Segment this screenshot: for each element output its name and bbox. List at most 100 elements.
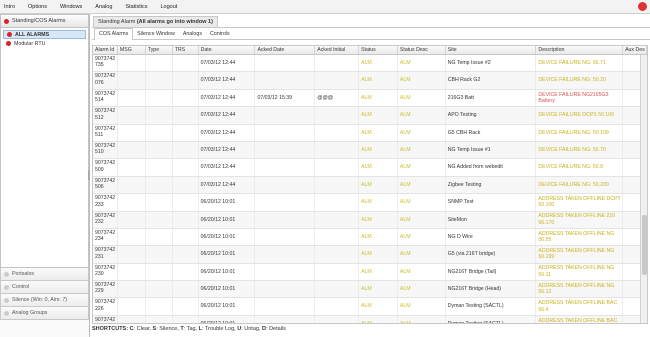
col-date[interactable]: Date bbox=[199, 46, 256, 54]
cell-date: 07/03/12 12:44 bbox=[199, 176, 256, 194]
vertical-scrollbar[interactable] bbox=[640, 55, 647, 323]
cell-date: 07/03/12 12:44 bbox=[199, 89, 256, 107]
col-status-desc[interactable]: Status Desc bbox=[398, 46, 446, 54]
cell-site: Dyman Testing (SACTL) bbox=[446, 298, 537, 315]
cell-status: ALM bbox=[359, 315, 398, 323]
cell-empty bbox=[146, 246, 173, 263]
tab-label-bold: (All alarms go into window 1) bbox=[136, 19, 213, 25]
splitter-handle[interactable] bbox=[88, 170, 90, 180]
cell-empty bbox=[118, 89, 146, 107]
shortcut-key: S bbox=[152, 326, 157, 332]
cell-date: 06/20/12 10:01 bbox=[199, 281, 256, 298]
tab-silence-window[interactable]: Silence Window bbox=[133, 28, 179, 40]
cell-desc: DEVICE FAILURE NG: 50.8 bbox=[536, 159, 624, 176]
cell-desc: ADDRESS TAKEN OFFLINE BAC 56.4 bbox=[536, 298, 624, 315]
table-row[interactable]: 9073742 509 07/03/12 12:44 ALM ALM NG Added … bbox=[93, 159, 647, 177]
cell-status: ALM bbox=[359, 72, 398, 89]
sidebar-section-label: Portsalos bbox=[12, 271, 35, 277]
col-trs[interactable]: TRS bbox=[173, 46, 199, 54]
cell-empty bbox=[146, 72, 173, 89]
tab-analogs[interactable]: Analogs bbox=[179, 28, 206, 40]
col-aux-desc[interactable]: Aux Des bbox=[623, 46, 647, 54]
tab-cos-alarms[interactable]: COS Alarms bbox=[94, 27, 134, 40]
cell-empty bbox=[118, 246, 146, 263]
table-row[interactable]: 9073742 231 06/20/12 10:01 ALM ALM G5 (via 2… bbox=[93, 246, 647, 264]
sidebar-item-label: Modular RTU bbox=[14, 40, 46, 47]
menu-intro[interactable]: Intro bbox=[4, 4, 15, 10]
col-type[interactable]: Type bbox=[146, 46, 173, 54]
table-row[interactable]: 9073742 514 07/03/12 12:44 07/03/12 15:39 @… bbox=[93, 89, 647, 108]
close-icon[interactable] bbox=[638, 2, 647, 11]
table-row[interactable]: 9073742 226 06/20/12 10:01 ALM ALM Dyman Tes… bbox=[93, 298, 647, 316]
sidebar-item-modular-rtu[interactable]: Modular RTU bbox=[3, 39, 86, 48]
table-row[interactable]: 9073742 076 07/03/12 12:44 ALM ALM CBH Rack … bbox=[93, 72, 647, 90]
sidebar-section-analog-groups[interactable]: Analog Groups bbox=[0, 307, 89, 320]
table-row[interactable]: 9073742 232 06/20/12 10:01 ALM ALM SiteMon AD… bbox=[93, 211, 647, 229]
table-row[interactable]: 9073742 735 07/03/12 12:44 ALM ALM NG Temp I… bbox=[93, 55, 647, 73]
sidebar-section-silence[interactable]: Silence (Win: 0, Alm: 7) bbox=[0, 294, 89, 307]
sidebar-header[interactable]: Standing/COS Alarms bbox=[0, 14, 89, 28]
cell-date: 07/03/12 12:44 bbox=[199, 124, 256, 141]
cell-empty bbox=[173, 228, 199, 246]
cell-empty bbox=[173, 263, 199, 281]
cell-site: CBH Rack G2 bbox=[446, 72, 537, 89]
cell-acked-date bbox=[255, 176, 316, 194]
cell-empty bbox=[146, 211, 173, 228]
cell-status-desc: ALM bbox=[398, 315, 446, 323]
cell-date: 07/03/12 12:44 bbox=[199, 159, 256, 176]
table-row[interactable]: 9073742 510 07/03/12 12:44 ALM ALM NG Temp I… bbox=[93, 141, 647, 160]
sidebar-header-label: Standing/COS Alarms bbox=[12, 18, 66, 24]
cell-empty bbox=[173, 281, 199, 298]
scrollbar-thumb[interactable] bbox=[642, 215, 647, 275]
cell-empty bbox=[118, 228, 146, 246]
tab-controls[interactable]: Controls bbox=[206, 28, 234, 40]
shortcut-label: Details bbox=[269, 326, 286, 332]
cell-desc: DEVICE FAILURE DCPS 50.100 bbox=[536, 107, 624, 124]
status-dot-icon bbox=[4, 271, 9, 277]
cell-acked-initial bbox=[315, 72, 360, 89]
cell-status: ALM bbox=[359, 176, 398, 194]
cell-desc: ADDRESS TAKEN OFFLINE BAC 56.3 bbox=[536, 315, 624, 323]
cell-desc: ADDRESS TAKEN OFFLINE NG 56.11 bbox=[536, 263, 624, 281]
table-row[interactable]: 9073742 22506/20/12 10:01ALMALMDyman Tes… bbox=[93, 315, 647, 323]
cell-empty bbox=[146, 263, 173, 281]
cell-acked-initial bbox=[315, 281, 360, 298]
shortcut-label: Tag bbox=[186, 326, 196, 332]
menu-logout[interactable]: Logout bbox=[160, 4, 177, 10]
sidebar-item-all-alarms[interactable]: ALL ALARMS bbox=[3, 30, 86, 39]
col-description[interactable]: Description bbox=[536, 46, 624, 54]
cell-empty bbox=[118, 141, 146, 159]
cell-empty bbox=[118, 176, 146, 194]
alarm-dot-icon bbox=[4, 18, 9, 24]
cell-site: APO Testing bbox=[446, 107, 537, 124]
col-site[interactable]: Site bbox=[446, 46, 537, 54]
col-acked-date[interactable]: Acked Date bbox=[255, 46, 316, 54]
table-row[interactable]: 9073742 234 06/20/12 10:01 ALM ALM NG D Wire… bbox=[93, 228, 647, 247]
sidebar-section-portsalos[interactable]: Portsalos bbox=[0, 268, 89, 281]
table-body: 9073742 735 07/03/12 12:44 ALM ALM NG Temp I… bbox=[93, 55, 647, 323]
table-row[interactable]: 9073742 506 07/03/12 12:44 ALM ALM Zigbee Te… bbox=[93, 176, 647, 195]
menu-analog[interactable]: Analog bbox=[95, 4, 112, 10]
cell-empty bbox=[146, 89, 173, 107]
table-row[interactable]: 9073742 233 06/20/12 10:01 ALM ALM SNMP Test… bbox=[93, 194, 647, 212]
cell-acked-date bbox=[255, 55, 316, 72]
cell-date: 06/20/12 10:01 bbox=[199, 211, 256, 228]
cell-site: Zigbee Testing bbox=[446, 176, 537, 194]
col-status[interactable]: Status bbox=[359, 46, 398, 54]
table-row[interactable]: 9073742 512 07/03/12 12:44 ALM ALM APO Testi… bbox=[93, 107, 647, 125]
table-row[interactable]: 9073742 230 06/20/12 10:01 ALM ALM NG216T Br… bbox=[93, 263, 647, 282]
col-alarm-id[interactable]: Alarm Id bbox=[93, 46, 118, 54]
cell-id: 9073742 510 bbox=[93, 141, 118, 159]
table-row[interactable]: 9073742 511 07/03/12 12:44 ALM ALM G5 CBH Ra… bbox=[93, 124, 647, 142]
cell-status: ALM bbox=[359, 211, 398, 228]
sidebar-section-control[interactable]: Control bbox=[0, 281, 89, 294]
tab-standing-alarm[interactable]: Standing Alarm (All alarms go into windo… bbox=[93, 16, 218, 27]
col-msg[interactable]: MSG bbox=[118, 46, 146, 54]
table-row[interactable]: 9073742 229 06/20/12 10:01 ALM ALM NG216T Br… bbox=[93, 281, 647, 299]
menu-options[interactable]: Options bbox=[28, 4, 47, 10]
col-acked-initial[interactable]: Acked Initial bbox=[315, 46, 360, 54]
menu-windows[interactable]: Windows bbox=[60, 4, 82, 10]
cell-acked-initial bbox=[315, 263, 360, 281]
alarm-dot-icon bbox=[7, 32, 12, 37]
menu-statistics[interactable]: Statistics bbox=[125, 4, 147, 10]
